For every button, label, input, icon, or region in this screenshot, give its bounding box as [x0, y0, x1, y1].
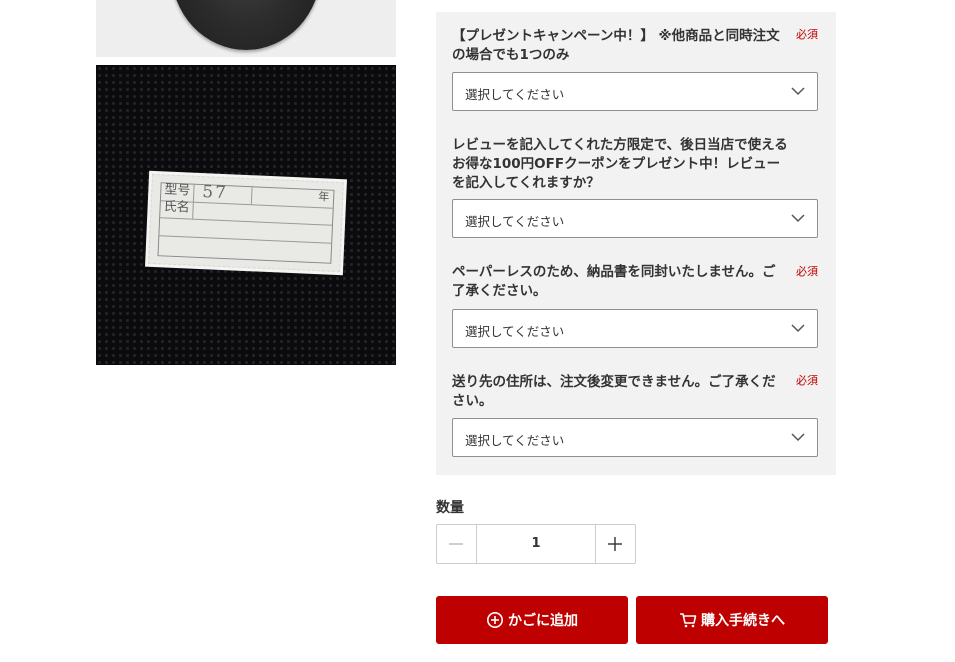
- plus-circle-icon: [487, 612, 503, 628]
- plus-icon: [608, 537, 622, 551]
- select-value: 選択してください: [465, 87, 565, 102]
- quantity-input[interactable]: 1: [477, 525, 595, 563]
- tag-year: 年: [317, 190, 330, 204]
- option-label-address: 送り先の住所は、注文後変更できません。ご了承ください。: [452, 374, 776, 409]
- option-select-review[interactable]: 選択してください: [452, 199, 818, 238]
- quantity-label: 数量: [436, 500, 464, 516]
- option-label-review: レビューを記入してくれた方限定で、後日当店で使えるお得な100円OFFクーポンを…: [452, 137, 788, 191]
- options-panel: 【プレゼントキャンペーン中！】 ※他商品と同時注文の場合でも1つのみ 必須 選択…: [436, 12, 836, 475]
- option-select-address[interactable]: 選択してください: [452, 418, 818, 457]
- option-select-campaign[interactable]: 選択してください: [452, 72, 818, 111]
- select-value: 選択してください: [465, 324, 565, 339]
- option-label-campaign: 【プレゼントキャンペーン中！】 ※他商品と同時注文の場合でも1つのみ: [452, 28, 780, 63]
- required-badge: 必須: [796, 265, 818, 278]
- product-disc: [171, 0, 321, 50]
- chevron-down-icon: [791, 324, 805, 333]
- name-tag-label: 型号 氏名 57 年: [148, 173, 344, 273]
- select-value: 選択してください: [465, 433, 565, 448]
- minus-icon: [449, 543, 463, 545]
- required-badge: 必須: [796, 28, 818, 41]
- cart-icon: [680, 613, 697, 628]
- tag-number: 57: [201, 182, 229, 204]
- checkout-label: 購入手続きへ: [701, 613, 785, 629]
- chevron-down-icon: [791, 214, 805, 223]
- required-badge: 必須: [796, 374, 818, 387]
- option-label-paperless: ペーパーレスのため、納品書を同封いたしません。ご了承ください。: [452, 264, 776, 299]
- quantity-increase-button[interactable]: [595, 525, 635, 563]
- tag-field-name: 氏名: [163, 199, 190, 216]
- quantity-decrease-button[interactable]: [437, 525, 477, 563]
- add-to-cart-label: かごに追加: [508, 613, 578, 629]
- quantity-stepper: 1: [436, 524, 636, 564]
- option-select-paperless[interactable]: 選択してください: [452, 309, 818, 348]
- tag-field-type: 型号: [164, 182, 191, 199]
- chevron-down-icon: [791, 87, 805, 96]
- product-image-name-tag[interactable]: 型号 氏名 57 年: [96, 65, 396, 365]
- product-image-top[interactable]: [96, 0, 396, 57]
- chevron-down-icon: [791, 433, 805, 442]
- checkout-button[interactable]: 購入手続きへ: [636, 596, 828, 644]
- add-to-cart-button[interactable]: かごに追加: [436, 596, 628, 644]
- select-value: 選択してください: [465, 214, 565, 229]
